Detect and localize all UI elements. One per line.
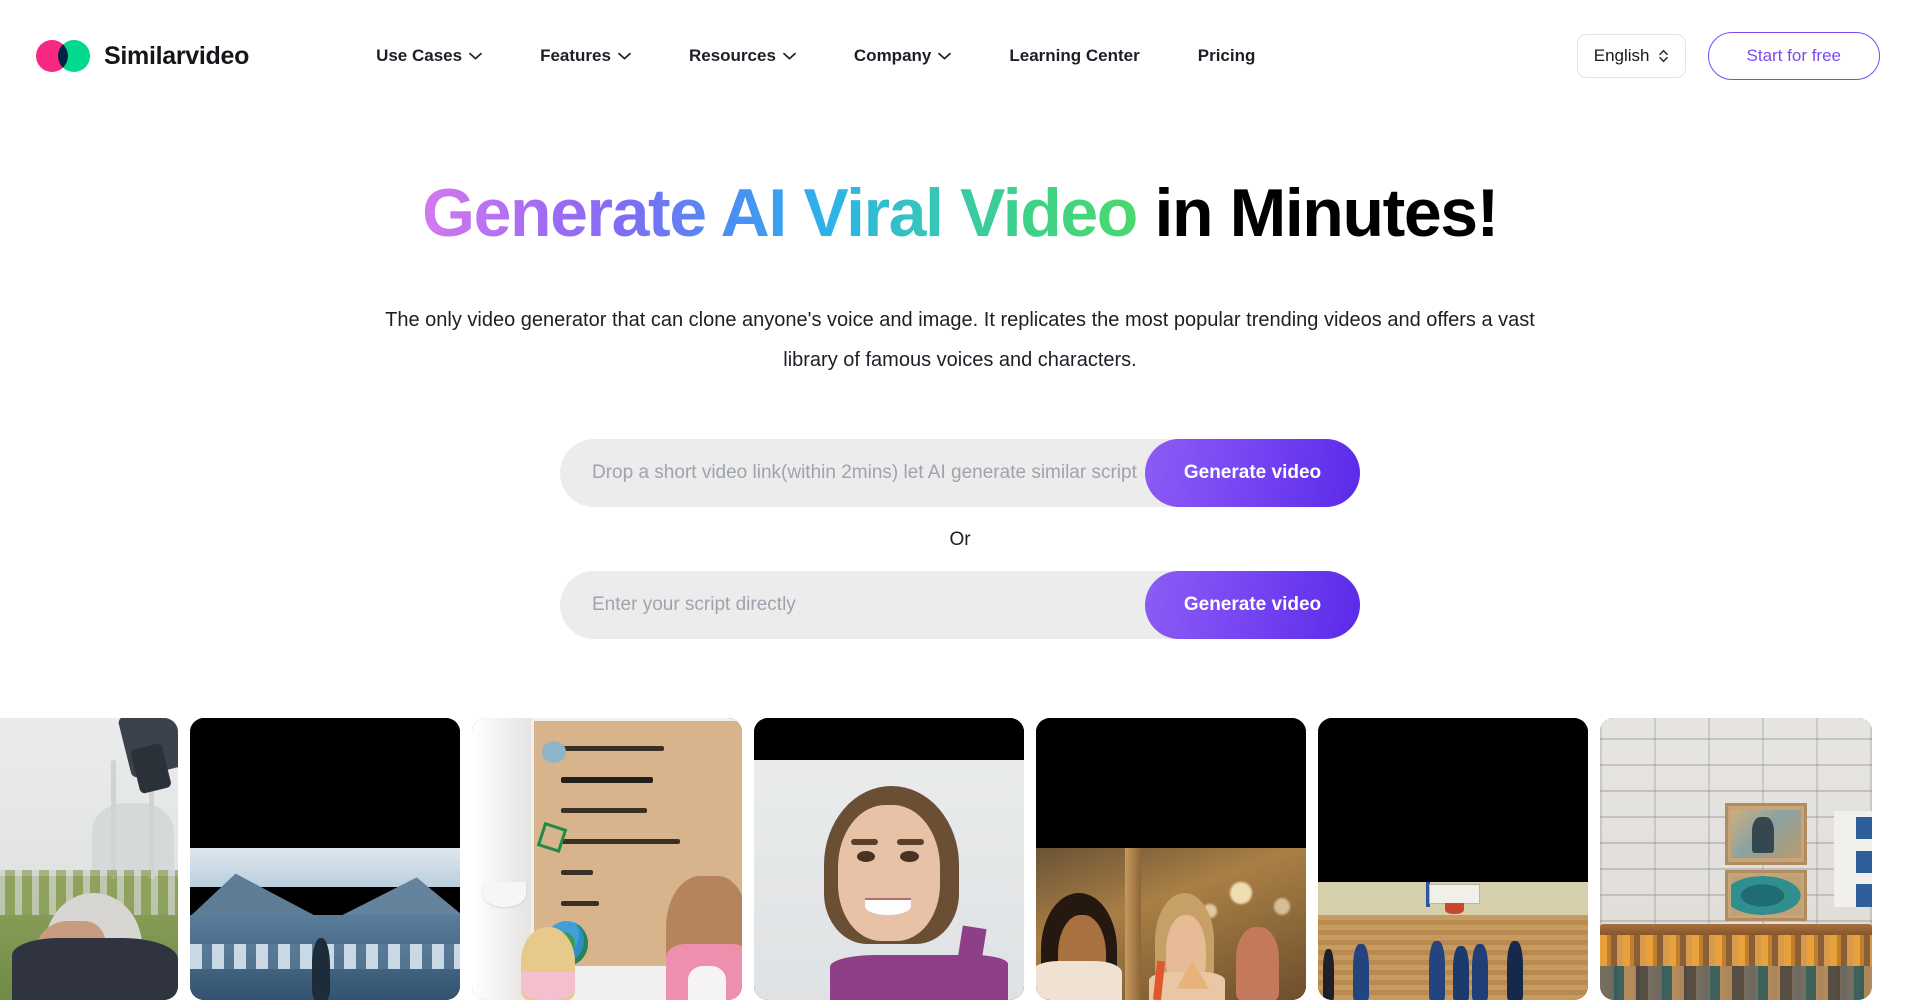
nav-item-company[interactable]: Company (825, 46, 980, 66)
thumbnail-image (472, 718, 742, 1000)
generate-video-button-script[interactable]: Generate video (1145, 571, 1360, 640)
nav-label: Pricing (1197, 46, 1256, 65)
nav-item-features[interactable]: Features (511, 46, 660, 66)
gallery-card-elderly-man-cemetery-mosque[interactable] (0, 718, 178, 1000)
showcase-gallery (0, 718, 1920, 1000)
chevron-down-icon (618, 52, 631, 60)
headline-gradient-text: Generate AI Viral Video (422, 175, 1138, 251)
thumbnail-image (1036, 718, 1306, 1000)
script-form: Generate video (560, 571, 1360, 640)
headline-plain-text: in Minutes! (1136, 175, 1499, 251)
thumbnail-image (0, 718, 178, 1000)
nav-item-resources[interactable]: Resources (660, 46, 825, 66)
thumbnail-image (190, 718, 460, 1000)
logo-circle-green (58, 40, 90, 72)
nav-label: Company (853, 46, 932, 65)
nav-item-pricing[interactable]: Pricing (1169, 46, 1285, 66)
video-link-form: Generate video (560, 439, 1360, 508)
thumbnail-image (1318, 718, 1588, 1000)
thumbnail-image (1600, 718, 1872, 1000)
logo-icon (36, 40, 90, 72)
generate-video-button-link[interactable]: Generate video (1145, 439, 1360, 508)
header-actions: English Start for free (1576, 32, 1880, 80)
nav-label: Resources (688, 46, 776, 65)
landing-page: Similarvideo Use Cases Features Resource… (0, 0, 1920, 1000)
page-title: Generate AI Viral Video in Minutes! (0, 175, 1920, 251)
gallery-card-basketball-gym[interactable] (1318, 718, 1588, 1000)
generation-forms: Generate video Or Generate video (0, 439, 1920, 640)
or-divider: Or (949, 529, 971, 551)
nav-item-learning-center[interactable]: Learning Center (980, 46, 1168, 66)
chevron-down-icon (469, 52, 482, 60)
gallery-card-smiling-woman-portrait[interactable] (754, 718, 1024, 1000)
nav-item-use-cases[interactable]: Use Cases (347, 46, 511, 66)
gallery-card-two-women-eating-restaurant[interactable] (1036, 718, 1306, 1000)
brand-logo[interactable]: Similarvideo (36, 40, 249, 72)
start-for-free-button[interactable]: Start for free (1707, 32, 1880, 80)
chevron-down-icon (938, 52, 952, 60)
main-navigation: Use Cases Features Resources Company Lea… (347, 46, 1284, 66)
site-header: Similarvideo Use Cases Features Resource… (0, 0, 1920, 112)
thumbnail-image (754, 718, 1024, 1000)
nav-label: Features (540, 46, 611, 65)
cta-label: Start for free (1746, 46, 1841, 65)
hero-section: Generate AI Viral Video in Minutes! The … (0, 112, 1920, 640)
nav-label: Learning Center (1009, 46, 1140, 65)
gallery-card-clothing-store-brick-wall[interactable] (1600, 718, 1872, 1000)
gallery-card-arctic-whale-letterbox[interactable] (190, 718, 460, 1000)
nav-label: Use Cases (376, 46, 463, 65)
language-label: English (1593, 46, 1650, 65)
gallery-card-recycling-poster[interactable] (472, 718, 742, 1000)
chevron-up-down-icon (1658, 49, 1668, 63)
language-selector[interactable]: English (1576, 34, 1686, 78)
chevron-down-icon (783, 52, 796, 60)
brand-name: Similarvideo (104, 41, 250, 70)
hero-subheading: The only video generator that can clone … (385, 309, 1535, 372)
